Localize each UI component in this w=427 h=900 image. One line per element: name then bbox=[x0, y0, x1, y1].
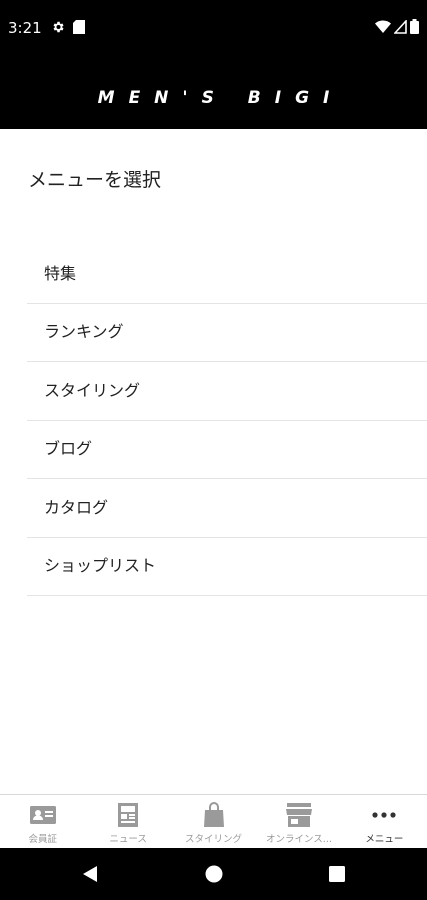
status-left-icons bbox=[51, 19, 85, 38]
member-card-icon bbox=[29, 802, 57, 828]
menu-item-label: スタイリング bbox=[44, 380, 141, 400]
status-time: 3:21 bbox=[8, 19, 42, 37]
system-nav-bar bbox=[0, 848, 427, 900]
home-icon[interactable] bbox=[202, 862, 226, 886]
store-icon bbox=[285, 802, 313, 828]
menu-item-label: カタログ bbox=[44, 497, 109, 517]
battery-icon bbox=[410, 19, 419, 38]
shopping-bag-icon bbox=[200, 802, 228, 828]
settings-icon bbox=[51, 19, 65, 38]
recents-icon[interactable] bbox=[325, 862, 349, 886]
menu-item-ranking[interactable]: ランキング bbox=[27, 304, 427, 362]
menu-screen: メニューを選択 特集 ランキング スタイリング ブログ カタログ ショップリスト bbox=[0, 129, 427, 794]
news-icon bbox=[114, 802, 142, 828]
menu-item-label: 特集 bbox=[44, 263, 77, 283]
menu-item-label: ブログ bbox=[44, 439, 93, 459]
back-icon[interactable] bbox=[78, 862, 102, 886]
wifi-icon bbox=[375, 19, 391, 38]
nav-item-menu[interactable]: メニュー bbox=[342, 795, 427, 848]
nav-item-styling[interactable]: スタイリング bbox=[171, 795, 256, 848]
nav-label: スタイリング bbox=[185, 834, 243, 845]
menu-item-catalog[interactable]: カタログ bbox=[27, 479, 427, 538]
menu-item-shop-list[interactable]: ショップリスト bbox=[27, 538, 427, 596]
menu-item-feature[interactable]: 特集 bbox=[27, 245, 427, 304]
menu-item-blog[interactable]: ブログ bbox=[27, 421, 427, 479]
nav-item-member-card[interactable]: 会員証 bbox=[0, 795, 85, 848]
nav-label: メニュー bbox=[365, 834, 404, 845]
nav-item-news[interactable]: ニュース bbox=[85, 795, 170, 848]
bottom-nav: 会員証 ニュース スタイリング オンラインス... メニュー bbox=[0, 794, 427, 848]
app-header: MEN'S BIGI bbox=[0, 56, 427, 129]
sd-card-icon bbox=[73, 19, 85, 38]
nav-label: ニュース bbox=[109, 834, 147, 845]
page-title: メニューを選択 bbox=[28, 169, 162, 191]
menu-item-styling[interactable]: スタイリング bbox=[27, 362, 427, 421]
menu-list: 特集 ランキング スタイリング ブログ カタログ ショップリスト bbox=[27, 245, 427, 596]
more-icon bbox=[370, 802, 398, 828]
brand-logo: MEN'S BIGI bbox=[97, 88, 344, 108]
menu-item-label: ランキング bbox=[44, 322, 124, 342]
nav-item-online-store[interactable]: オンラインス... bbox=[256, 795, 341, 848]
status-right-icons bbox=[375, 18, 419, 38]
nav-label: 会員証 bbox=[28, 834, 57, 845]
cell-signal-icon bbox=[393, 18, 407, 38]
menu-item-label: ショップリスト bbox=[44, 556, 157, 576]
status-bar: 3:21 bbox=[0, 0, 427, 56]
nav-label: オンラインス... bbox=[265, 834, 332, 845]
